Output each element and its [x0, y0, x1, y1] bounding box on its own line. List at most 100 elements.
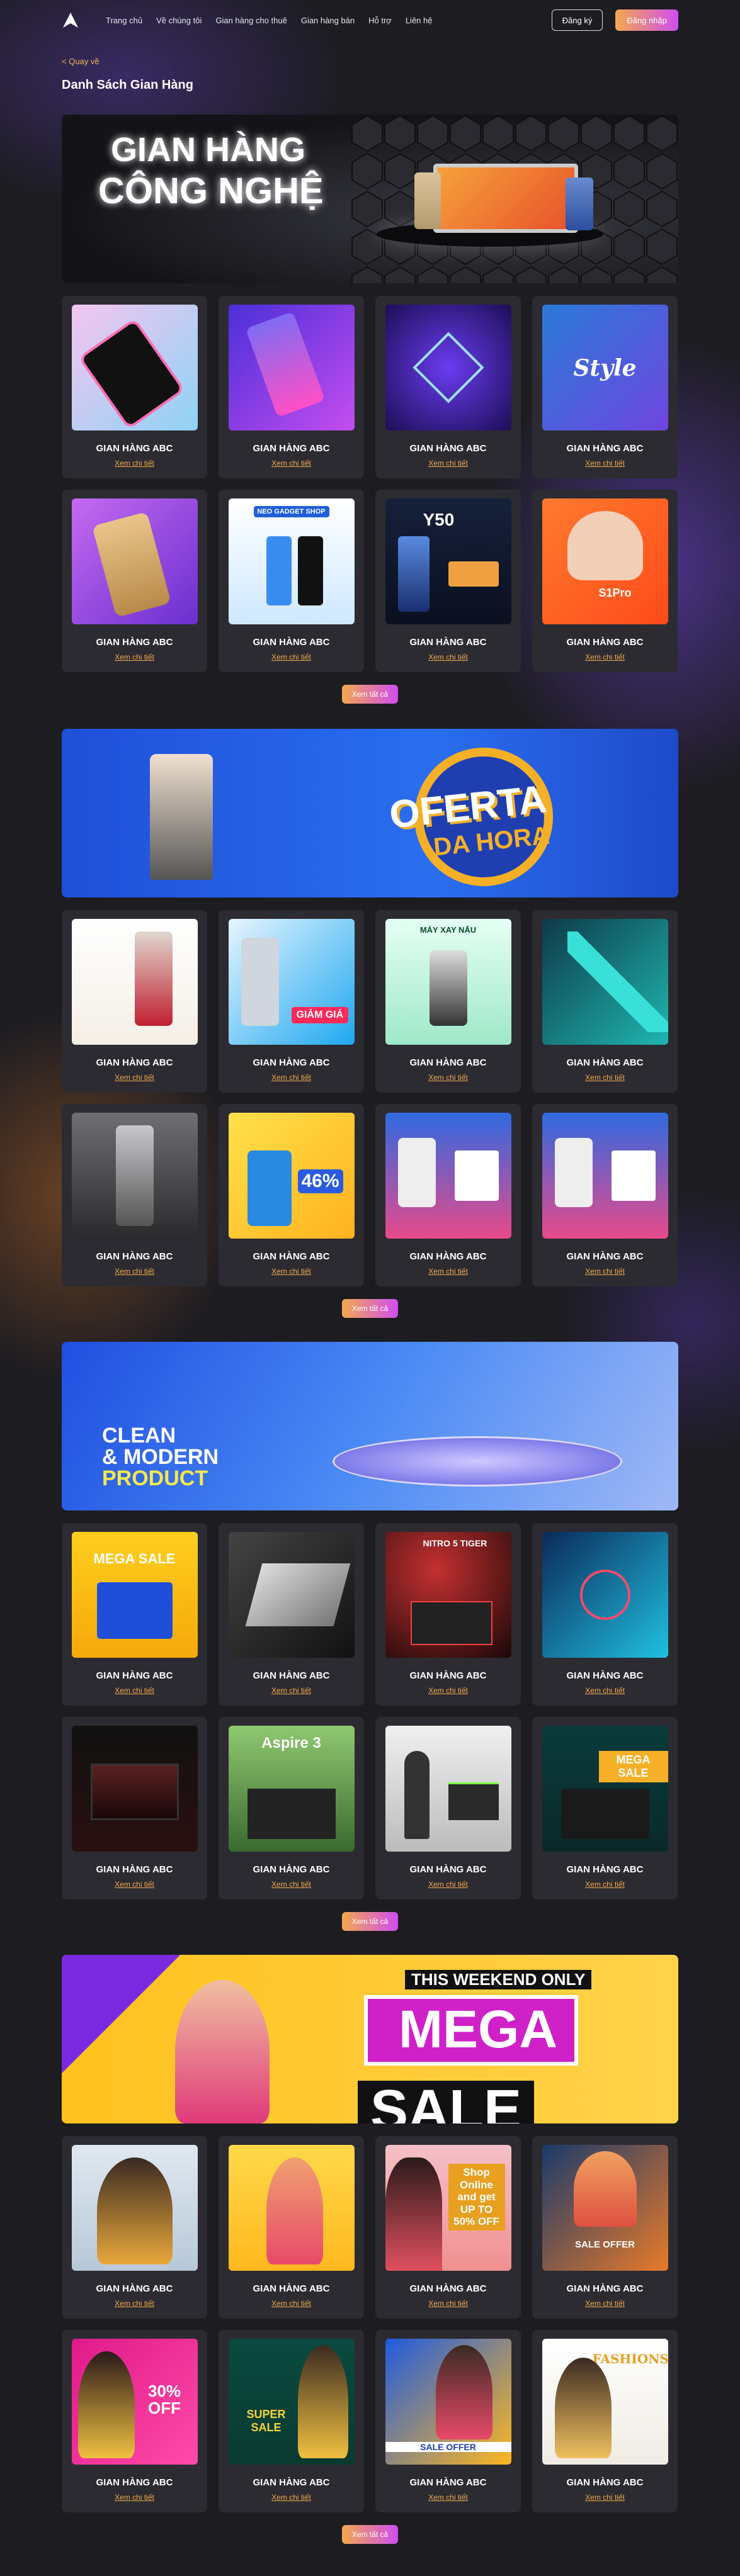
card-detail-link[interactable]: Xem chi tiết: [585, 2493, 625, 2502]
shop-card[interactable]: GIAN HÀNG ABC Xem chi tiết: [375, 296, 521, 478]
card-detail-link[interactable]: Xem chi tiết: [271, 653, 311, 661]
nav-link-sale[interactable]: Gian hàng bán: [301, 16, 355, 25]
shop-card[interactable]: Aspire 3 GIAN HÀNG ABC Xem chi tiết: [219, 1717, 364, 1899]
shop-thumbnail: [71, 2145, 198, 2271]
phone-image: [414, 172, 441, 229]
card-detail-link[interactable]: Xem chi tiết: [115, 653, 154, 661]
shop-card[interactable]: GIAN HÀNG ABC Xem chi tiết: [62, 490, 207, 672]
shop-thumbnail: MÁY XAY NẤU: [385, 919, 511, 1045]
shop-card[interactable]: GIAN HÀNG ABC Xem chi tiết: [375, 1717, 521, 1899]
back-link[interactable]: < Quay về: [62, 57, 100, 66]
shop-thumbnail: SALE OFFER: [542, 2145, 668, 2271]
card-detail-link[interactable]: Xem chi tiết: [585, 1267, 625, 1276]
card-detail-link[interactable]: Xem chi tiết: [271, 1880, 311, 1889]
shop-card[interactable]: 46% GIAN HÀNG ABC Xem chi tiết: [219, 1104, 364, 1286]
shop-card[interactable]: NITRO 5 TIGER GIAN HÀNG ABC Xem chi tiết: [375, 1523, 521, 1706]
shop-card[interactable]: NEO GADGET SHOP GIAN HÀNG ABC Xem chi ti…: [219, 490, 364, 672]
login-button[interactable]: Đăng nhập: [615, 9, 678, 31]
nav-link-home[interactable]: Trang chủ: [106, 16, 142, 25]
view-all-button[interactable]: Xem tất cả: [341, 1299, 399, 1318]
view-all-button[interactable]: Xem tất cả: [341, 2525, 399, 2544]
shop-card[interactable]: GIAN HÀNG ABC Xem chi tiết: [532, 1104, 678, 1286]
card-detail-link[interactable]: Xem chi tiết: [585, 2299, 625, 2308]
card-title: GIAN HÀNG ABC: [566, 1670, 644, 1681]
card-title: GIAN HÀNG ABC: [253, 1864, 330, 1875]
shop-card[interactable]: GIAN HÀNG ABC Xem chi tiết: [375, 1104, 521, 1286]
shop-card[interactable]: SALE OFFER GIAN HÀNG ABC Xem chi tiết: [532, 2136, 678, 2319]
shop-card[interactable]: GIAN HÀNG ABC Xem chi tiết: [219, 296, 364, 478]
shop-card[interactable]: Style GIAN HÀNG ABC Xem chi tiết: [532, 296, 678, 478]
card-title: GIAN HÀNG ABC: [409, 637, 487, 648]
logo-icon[interactable]: [62, 11, 79, 29]
shop-card[interactable]: GIAN HÀNG ABC Xem chi tiết: [62, 296, 207, 478]
nav-link-contact[interactable]: Liên hệ: [406, 16, 433, 25]
card-detail-link[interactable]: Xem chi tiết: [428, 2299, 468, 2308]
card-detail-link[interactable]: Xem chi tiết: [585, 653, 625, 661]
card-title: GIAN HÀNG ABC: [96, 2477, 173, 2488]
card-detail-link[interactable]: Xem chi tiết: [271, 1073, 311, 1082]
shop-card[interactable]: MÁY XAY NẤU GIAN HÀNG ABC Xem chi tiết: [375, 910, 521, 1093]
register-button[interactable]: Đăng ký: [551, 9, 603, 31]
thumb-text: FASHIONS: [592, 2351, 668, 2366]
banner-clean-modern[interactable]: CLEAN & MODERN PRODUCT: [62, 1342, 678, 1510]
card-detail-link[interactable]: Xem chi tiết: [428, 1073, 468, 1082]
shop-card[interactable]: SUPER SALE GIAN HÀNG ABC Xem chi tiết: [219, 2330, 364, 2512]
shop-card[interactable]: GIAN HÀNG ABC Xem chi tiết: [532, 910, 678, 1093]
card-detail-link[interactable]: Xem chi tiết: [115, 2493, 154, 2502]
card-detail-link[interactable]: Xem chi tiết: [271, 459, 311, 468]
view-all-button[interactable]: Xem tất cả: [341, 685, 399, 704]
shop-card[interactable]: 30% OFF GIAN HÀNG ABC Xem chi tiết: [62, 2330, 207, 2512]
card-detail-link[interactable]: Xem chi tiết: [271, 2493, 311, 2502]
card-detail-link[interactable]: Xem chi tiết: [428, 459, 468, 468]
shop-card[interactable]: Shop Online and get UP TO 50% OFF GIAN H…: [375, 2136, 521, 2319]
shop-card[interactable]: GIAN HÀNG ABC Xem chi tiết: [219, 2136, 364, 2319]
shop-card[interactable]: GIAN HÀNG ABC Xem chi tiết: [62, 2136, 207, 2319]
card-detail-link[interactable]: Xem chi tiết: [585, 459, 625, 468]
nav-link-support[interactable]: Hỗ trợ: [368, 16, 392, 25]
card-detail-link[interactable]: Xem chi tiết: [585, 1880, 625, 1889]
banner-mega-sale[interactable]: THIS WEEKEND ONLY MEGA SALE: [62, 1955, 678, 2123]
card-detail-link[interactable]: Xem chi tiết: [271, 1267, 311, 1276]
card-detail-link[interactable]: Xem chi tiết: [115, 1267, 154, 1276]
card-detail-link[interactable]: Xem chi tiết: [115, 1880, 154, 1889]
card-title: GIAN HÀNG ABC: [409, 1251, 487, 1262]
card-detail-link[interactable]: Xem chi tiết: [115, 1073, 154, 1082]
card-title: GIAN HÀNG ABC: [409, 2283, 487, 2294]
card-title: GIAN HÀNG ABC: [96, 1864, 173, 1875]
card-detail-link[interactable]: Xem chi tiết: [428, 1880, 468, 1889]
card-detail-link[interactable]: Xem chi tiết: [115, 459, 154, 468]
card-detail-link[interactable]: Xem chi tiết: [585, 1686, 625, 1695]
card-detail-link[interactable]: Xem chi tiết: [428, 2493, 468, 2502]
banner-oferta[interactable]: OFERTA DA HORA: [62, 729, 678, 897]
shop-thumbnail: [228, 305, 355, 430]
card-detail-link[interactable]: Xem chi tiết: [271, 2299, 311, 2308]
card-title: GIAN HÀNG ABC: [566, 2477, 644, 2488]
card-detail-link[interactable]: Xem chi tiết: [271, 1686, 311, 1695]
shop-card[interactable]: MEGA SALE GIAN HÀNG ABC Xem chi tiết: [62, 1523, 207, 1706]
thumb-text: SUPER SALE: [246, 2408, 286, 2434]
card-title: GIAN HÀNG ABC: [253, 2477, 330, 2488]
shop-card[interactable]: GIAN HÀNG ABC Xem chi tiết: [62, 910, 207, 1093]
shop-card[interactable]: FASHIONS GIAN HÀNG ABC Xem chi tiết: [532, 2330, 678, 2512]
card-detail-link[interactable]: Xem chi tiết: [115, 2299, 154, 2308]
card-detail-link[interactable]: Xem chi tiết: [115, 1686, 154, 1695]
shop-card[interactable]: SALE OFFER GIAN HÀNG ABC Xem chi tiết: [375, 2330, 521, 2512]
shop-card[interactable]: Y50 GIAN HÀNG ABC Xem chi tiết: [375, 490, 521, 672]
shop-card[interactable]: GIAN HÀNG ABC Xem chi tiết: [219, 1523, 364, 1706]
card-detail-link[interactable]: Xem chi tiết: [428, 1267, 468, 1276]
card-detail-link[interactable]: Xem chi tiết: [585, 1073, 625, 1082]
view-all-button[interactable]: Xem tất cả: [341, 1912, 399, 1931]
shop-card[interactable]: GIAN HÀNG ABC Xem chi tiết: [62, 1104, 207, 1286]
shop-card[interactable]: MEGA SALE GIAN HÀNG ABC Xem chi tiết: [532, 1717, 678, 1899]
card-detail-link[interactable]: Xem chi tiết: [428, 1686, 468, 1695]
banner-tech[interactable]: GIAN HÀNG CÔNG NGHỆ: [62, 115, 678, 283]
banner-line2: CÔNG NGHỆ: [98, 171, 324, 211]
nav-link-rent[interactable]: Gian hàng cho thuê: [215, 16, 287, 25]
shop-card[interactable]: GIAN HÀNG ABC Xem chi tiết: [62, 1717, 207, 1899]
shop-card[interactable]: GIẢM GIÁ GIAN HÀNG ABC Xem chi tiết: [219, 910, 364, 1093]
banner-line1: GIAN HÀNG: [111, 131, 305, 169]
card-detail-link[interactable]: Xem chi tiết: [428, 653, 468, 661]
nav-link-about[interactable]: Về chúng tôi: [156, 16, 202, 25]
shop-card[interactable]: GIAN HÀNG ABC Xem chi tiết: [532, 1523, 678, 1706]
shop-card[interactable]: S1Pro GIAN HÀNG ABC Xem chi tiết: [532, 490, 678, 672]
